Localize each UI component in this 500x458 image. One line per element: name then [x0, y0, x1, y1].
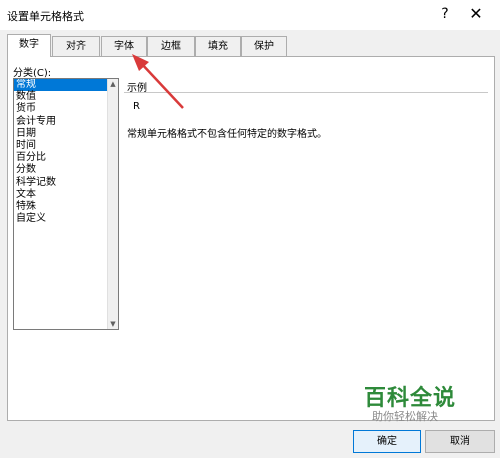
list-item-scientific[interactable]: 科学记数: [14, 177, 118, 189]
scroll-down-arrow-icon[interactable]: ▼: [109, 319, 117, 329]
category-label: 分类(C):: [13, 68, 52, 79]
scroll-up-arrow-icon[interactable]: ▲: [109, 79, 117, 89]
tab-border[interactable]: 边框: [147, 36, 195, 56]
list-item-special[interactable]: 特殊: [14, 201, 118, 213]
format-cells-dialog: 设置单元格格式 ? ✕ 数字 对齐 字体 边框 填充 保护 分类(C): 常规 …: [0, 0, 500, 458]
tab-fill[interactable]: 填充: [195, 36, 241, 56]
close-button[interactable]: ✕: [466, 4, 486, 24]
listbox-scrollbar[interactable]: ▲ ▼: [107, 79, 118, 329]
list-item-general[interactable]: 常规: [14, 79, 118, 92]
watermark-tagline: 助你轻松解决: [372, 410, 438, 423]
tab-protection[interactable]: 保护: [241, 36, 287, 56]
tab-alignment[interactable]: 对齐: [52, 36, 100, 56]
ok-button[interactable]: 确定: [353, 430, 421, 453]
sample-value: R: [133, 101, 140, 112]
list-item-fraction[interactable]: 分数: [14, 164, 118, 176]
format-description: 常规单元格格式不包含任何特定的数字格式。: [127, 129, 327, 140]
list-item-accounting[interactable]: 会计专用: [14, 116, 118, 128]
cancel-button[interactable]: 取消: [425, 430, 495, 453]
list-item-percentage[interactable]: 百分比: [14, 152, 118, 164]
list-item-currency[interactable]: 货币: [14, 103, 118, 115]
help-button[interactable]: ?: [437, 4, 453, 24]
list-item-text[interactable]: 文本: [14, 189, 118, 201]
list-item-number[interactable]: 数值: [14, 91, 118, 103]
tab-number[interactable]: 数字: [7, 34, 51, 57]
dialog-title: 设置单元格格式: [7, 10, 84, 23]
list-item-date[interactable]: 日期: [14, 128, 118, 140]
title-bar[interactable]: 设置单元格格式 ? ✕: [0, 0, 500, 30]
category-listbox[interactable]: 常规 数值 货币 会计专用 日期 时间 百分比 分数 科学记数 文本 特殊 自定…: [13, 78, 119, 330]
tab-font[interactable]: 字体: [101, 36, 147, 56]
list-item-time[interactable]: 时间: [14, 140, 118, 152]
list-item-custom[interactable]: 自定义: [14, 213, 118, 225]
sample-box: [124, 92, 488, 115]
